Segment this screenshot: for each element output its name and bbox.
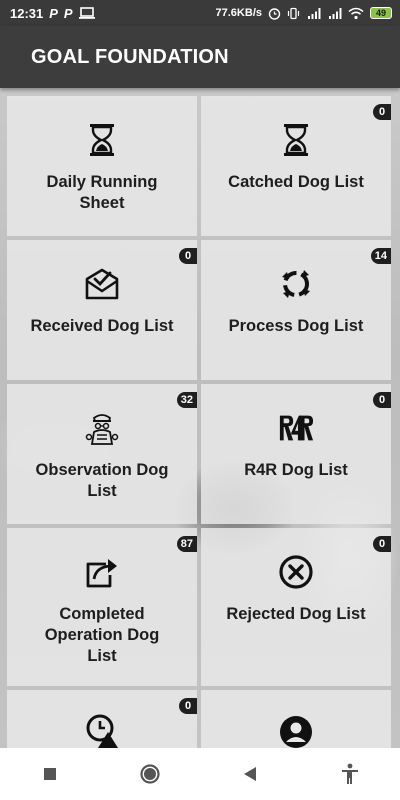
- dashboard-grid: Daily Running Sheet 0 Catched Dog List 0…: [7, 96, 393, 748]
- inspector-icon: [84, 410, 120, 446]
- count-badge: 0: [373, 536, 391, 552]
- system-nav-bar: [0, 748, 400, 800]
- count-badge: 0: [373, 104, 391, 120]
- hourglass-icon: [84, 122, 120, 158]
- app-title: GOAL FOUNDATION: [31, 45, 229, 68]
- vibrate-icon: [287, 7, 300, 20]
- laptop-icon: [78, 7, 95, 19]
- status-time: 12:31: [10, 5, 44, 21]
- tile-profile[interactable]: [201, 690, 391, 748]
- tile-received-dog-list[interactable]: 0 Received Dog List: [7, 240, 197, 380]
- tile-label: Catched Dog List: [228, 173, 364, 191]
- count-badge: 87: [176, 536, 197, 552]
- notification-p-icon-2: P: [63, 5, 73, 21]
- battery-indicator: 49: [370, 7, 392, 19]
- tile-label: Daily Running Sheet: [46, 173, 158, 212]
- tile-completed-operation-dog-list[interactable]: 87 Completed Operation Dog List: [7, 528, 197, 686]
- count-badge: 0: [179, 698, 197, 714]
- back-triangle-icon[interactable]: [230, 754, 270, 794]
- tile-catched-dog-list[interactable]: 0 Catched Dog List: [201, 96, 391, 236]
- tile-label: Rejected Dog List: [226, 605, 366, 623]
- mail-check-icon: [84, 266, 120, 302]
- user-circle-icon: [278, 714, 314, 748]
- tile-rejected-dog-list[interactable]: 0 Rejected Dog List: [201, 528, 391, 686]
- signal-4g-icon: [306, 7, 321, 20]
- refresh-cycle-icon: [278, 266, 314, 302]
- tile-process-dog-list[interactable]: 14 Process Dog List: [201, 240, 391, 380]
- tile-label: R4R Dog List: [244, 461, 348, 479]
- hourglass-icon: [278, 122, 314, 158]
- wifi-icon: [348, 7, 364, 20]
- alert-clock-icon: [84, 712, 120, 748]
- status-bar: 12:31 P P 77.6KB/s 49: [0, 0, 400, 26]
- share-out-icon: [84, 554, 120, 590]
- home-circle-icon[interactable]: [130, 754, 170, 794]
- count-badge: 0: [179, 248, 197, 264]
- signal-icon: [327, 7, 342, 20]
- status-right: 77.6KB/s 49: [216, 7, 392, 20]
- tile-label: Completed Operation Dog List: [44, 605, 160, 665]
- tile-observation-dog-list[interactable]: 32 Observation Dog List: [7, 384, 197, 524]
- app-header: GOAL FOUNDATION: [0, 26, 400, 88]
- accessibility-icon[interactable]: [330, 754, 370, 794]
- r4r-logo-icon: [278, 410, 314, 446]
- tile-alert-clock[interactable]: 0: [7, 690, 197, 748]
- x-circle-icon: [278, 554, 314, 590]
- count-badge: 0: [373, 392, 391, 408]
- tile-label: Process Dog List: [228, 317, 364, 335]
- tile-label: Received Dog List: [30, 317, 174, 335]
- count-badge: 32: [176, 392, 197, 408]
- recents-square-icon[interactable]: [30, 754, 70, 794]
- tile-label: Observation Dog List: [35, 461, 169, 500]
- status-left: 12:31 P P: [10, 6, 95, 21]
- tile-daily-running-sheet[interactable]: Daily Running Sheet: [7, 96, 197, 236]
- network-speed: 77.6KB/s: [215, 7, 262, 19]
- notification-p-icon: P: [49, 5, 58, 21]
- alarm-icon: [268, 7, 281, 20]
- tile-r4r-dog-list[interactable]: 0 R4R Dog List: [201, 384, 391, 524]
- count-badge: 14: [370, 248, 391, 264]
